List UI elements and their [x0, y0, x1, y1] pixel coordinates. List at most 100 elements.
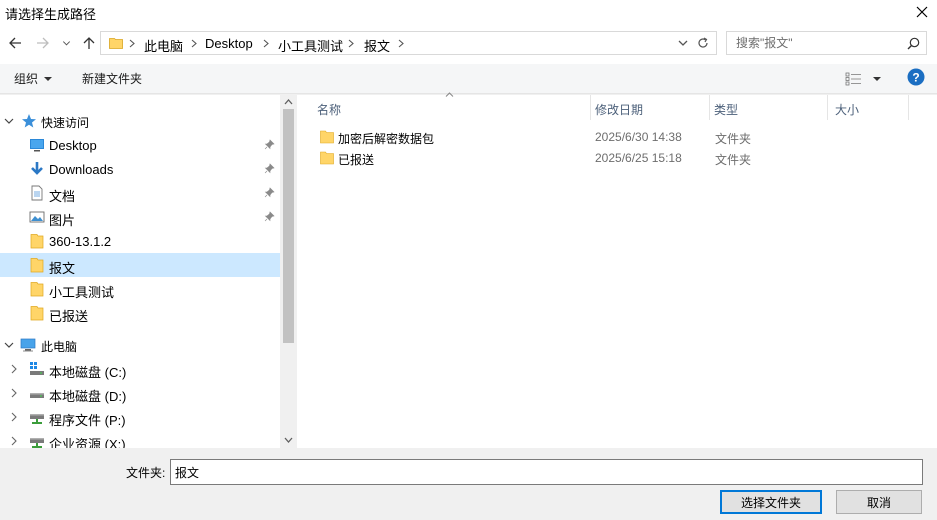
- chevron-right-icon[interactable]: [261, 36, 271, 50]
- document-icon: [31, 185, 43, 201]
- column-name-label: 名称: [317, 103, 342, 117]
- pin-icon[interactable]: [264, 163, 275, 174]
- nav-label: 360-13.1.2: [49, 234, 112, 249]
- back-button[interactable]: [4, 32, 26, 54]
- file-row[interactable]: 已报送 2025/6/25 15:18 文件夹: [314, 148, 914, 169]
- navigation-scrollbar[interactable]: [280, 95, 297, 448]
- nav-label: 企业资源 (X:): [49, 437, 126, 448]
- network-drive-icon: [30, 438, 44, 448]
- column-divider[interactable]: [908, 95, 909, 120]
- forward-arrow-icon: [37, 37, 49, 49]
- scroll-up-icon[interactable]: [284, 99, 293, 105]
- refresh-icon: [698, 37, 708, 48]
- chevron-right-icon[interactable]: [9, 364, 19, 374]
- computer-icon: [20, 338, 36, 352]
- sort-ascending-icon: [445, 92, 454, 97]
- chevron-right-icon[interactable]: [127, 36, 137, 50]
- system-drive-icon: [30, 362, 44, 375]
- search-box[interactable]: [726, 31, 927, 55]
- chevron-right-icon[interactable]: [9, 412, 19, 422]
- column-header-size[interactable]: 大小: [828, 95, 908, 120]
- folder-icon: [30, 306, 44, 321]
- chevron-right-icon[interactable]: [9, 388, 19, 398]
- refresh-button[interactable]: [694, 34, 712, 52]
- file-type: 文件夹: [715, 153, 752, 167]
- pin-icon[interactable]: [264, 187, 275, 198]
- pin-icon[interactable]: [264, 211, 275, 222]
- caret-down-icon: [44, 77, 53, 81]
- command-bar: 组织 新建文件夹 ?: [0, 64, 937, 94]
- nav-item-pictures[interactable]: 图片: [0, 205, 280, 229]
- organize-menu[interactable]: 组织: [14, 70, 53, 87]
- nav-item-desktop[interactable]: Desktop: [0, 133, 280, 157]
- folder-label: 文件夹:: [126, 466, 166, 480]
- nav-this-pc[interactable]: 此电脑: [0, 333, 280, 357]
- folder-icon: [30, 282, 44, 297]
- chevron-right-icon[interactable]: [9, 436, 19, 446]
- address-bar[interactable]: 此电脑 Desktop 小工具测试 报文: [100, 31, 717, 55]
- chevron-down-icon[interactable]: [4, 116, 14, 126]
- cancel-button[interactable]: 取消: [836, 490, 922, 514]
- file-row[interactable]: 加密后解密数据包 2025/6/30 14:38 文件夹: [314, 127, 914, 148]
- nav-item-documents[interactable]: 文档: [0, 181, 280, 205]
- navigation-pane: 快速访问 Desktop Downloads 文档 图片 360-13.1.2 …: [0, 95, 280, 448]
- column-size-label: 大小: [835, 103, 860, 117]
- title-bar: 请选择生成路径: [0, 0, 937, 24]
- nav-drive-p[interactable]: 程序文件 (P:): [0, 405, 280, 429]
- address-dropdown-button[interactable]: [674, 34, 692, 52]
- view-options-button[interactable]: [845, 70, 885, 88]
- nav-item-360[interactable]: 360-13.1.2: [0, 229, 280, 253]
- breadcrumb-desktop[interactable]: Desktop: [205, 36, 253, 51]
- nav-item-tools-test[interactable]: 小工具测试: [0, 277, 280, 301]
- nav-label: 图片: [49, 213, 76, 228]
- select-folder-button[interactable]: 选择文件夹: [720, 490, 822, 514]
- breadcrumb-this-pc[interactable]: 此电脑: [144, 36, 183, 55]
- file-type: 文件夹: [715, 132, 752, 146]
- new-folder-button[interactable]: 新建文件夹: [82, 70, 142, 87]
- column-header-name[interactable]: 名称: [297, 92, 590, 120]
- folder-icon: [30, 234, 44, 249]
- column-header-type[interactable]: 类型: [710, 95, 827, 120]
- breadcrumb-messages[interactable]: 报文: [364, 36, 390, 55]
- dialog-footer: 文件夹: 选择文件夹 取消: [0, 448, 937, 520]
- column-header-modified[interactable]: 修改日期: [591, 95, 709, 120]
- help-icon[interactable]: ?: [907, 68, 925, 86]
- chevron-right-icon[interactable]: [396, 36, 406, 50]
- up-button[interactable]: [78, 32, 100, 54]
- nav-label: 此电脑: [41, 340, 78, 354]
- search-input[interactable]: [727, 32, 902, 54]
- nav-label: Desktop: [49, 138, 97, 153]
- forward-button[interactable]: [32, 32, 54, 54]
- recent-locations-button[interactable]: [58, 32, 74, 54]
- close-button[interactable]: [907, 0, 937, 24]
- network-drive-icon: [30, 414, 44, 424]
- chevron-down-icon: [678, 40, 688, 46]
- close-icon: [916, 6, 928, 18]
- nav-quick-access[interactable]: 快速访问: [0, 109, 280, 133]
- nav-label: 报文: [49, 261, 76, 276]
- folder-name-input[interactable]: [170, 459, 923, 485]
- up-arrow-icon: [83, 37, 95, 49]
- nav-label: 程序文件 (P:): [49, 413, 126, 428]
- nav-drive-x[interactable]: 企业资源 (X:): [0, 429, 280, 448]
- nav-label: 已报送: [49, 309, 89, 324]
- window-title: 请选择生成路径: [5, 7, 97, 22]
- pin-icon[interactable]: [264, 139, 275, 150]
- nav-item-submitted[interactable]: 已报送: [0, 301, 280, 325]
- file-list-pane: 名称 修改日期 类型 大小 加密后解密数据包 2025/6/30 14:38 文…: [297, 92, 937, 448]
- breadcrumb-tools-test[interactable]: 小工具测试: [278, 36, 343, 55]
- chevron-right-icon[interactable]: [189, 36, 199, 50]
- nav-item-downloads[interactable]: Downloads: [0, 157, 280, 181]
- nav-label: Downloads: [49, 162, 114, 177]
- file-name: 已报送: [338, 153, 375, 167]
- nav-label: 本地磁盘 (D:): [49, 389, 127, 404]
- scroll-down-icon[interactable]: [284, 437, 293, 443]
- nav-drive-c[interactable]: 本地磁盘 (C:): [0, 357, 280, 381]
- caret-down-icon: [873, 77, 881, 81]
- chevron-down-icon[interactable]: [4, 340, 14, 350]
- nav-item-messages[interactable]: 报文: [0, 253, 280, 277]
- nav-drive-d[interactable]: 本地磁盘 (D:): [0, 381, 280, 405]
- chevron-right-icon[interactable]: [346, 36, 356, 50]
- drive-icon: [30, 393, 44, 398]
- scrollbar-thumb[interactable]: [283, 109, 294, 343]
